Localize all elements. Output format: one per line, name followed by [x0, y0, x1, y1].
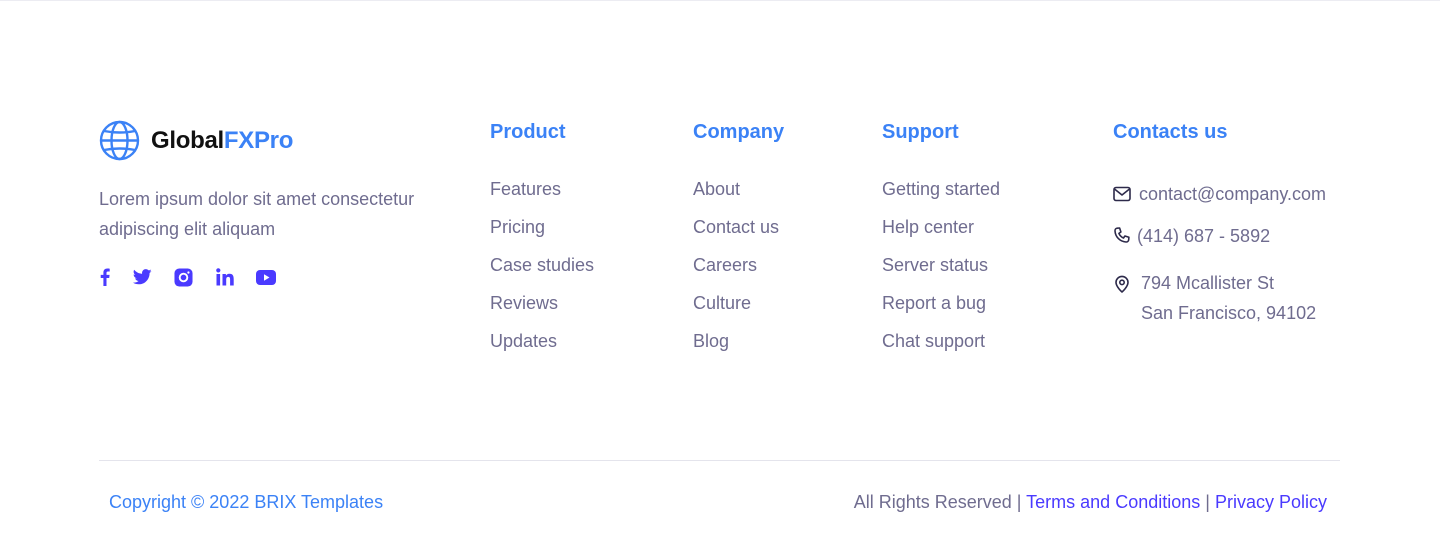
- footer-divider: [99, 460, 1340, 461]
- linkedin-icon[interactable]: [215, 266, 234, 288]
- contact-phone-text: (414) 687 - 5892: [1137, 226, 1271, 246]
- link-pricing[interactable]: Pricing: [490, 216, 594, 254]
- link-blog[interactable]: Blog: [693, 330, 784, 368]
- company-links: About Contact us Careers Culture Blog: [693, 178, 784, 368]
- contact-address: 794 Mcallister St San Francisco, 94102: [1113, 268, 1316, 328]
- brand-name: GlobalFXPro: [151, 127, 293, 155]
- link-updates[interactable]: Updates: [490, 330, 594, 368]
- link-server-status[interactable]: Server status: [882, 254, 1000, 292]
- link-report-a-bug[interactable]: Report a bug: [882, 292, 1000, 330]
- link-help-center[interactable]: Help center: [882, 216, 1000, 254]
- support-links: Getting started Help center Server statu…: [882, 178, 1000, 368]
- link-contact-us[interactable]: Contact us: [693, 216, 784, 254]
- column-title-support: Support: [882, 121, 959, 143]
- facebook-icon[interactable]: [99, 266, 111, 288]
- brand-logo[interactable]: GlobalFXPro: [99, 120, 293, 161]
- footer-column-product: Product Features Pricing Case studies Re…: [490, 118, 594, 368]
- brand-name-primary: Global: [151, 126, 224, 154]
- contact-email[interactable]: contact@company.com: [1113, 179, 1326, 209]
- footer-column-contact: Contacts us contact@company.com (414) 68…: [1113, 118, 1326, 323]
- footer-column-company: Company About Contact us Careers Culture…: [693, 118, 784, 368]
- link-getting-started[interactable]: Getting started: [882, 178, 1000, 216]
- copyright-text: Copyright © 2022 BRIX Templates: [109, 492, 384, 512]
- globe-icon: [99, 120, 140, 161]
- contact-address-line1: 794 Mcallister St: [1141, 273, 1275, 293]
- top-divider: [0, 0, 1440, 1]
- rights-text: All Rights Reserved |: [853, 492, 1022, 512]
- youtube-icon[interactable]: [256, 266, 276, 288]
- column-title-product: Product: [490, 121, 566, 143]
- legal-links: All Rights Reserved | Terms and Conditio…: [854, 490, 1327, 514]
- phone-icon: [1113, 227, 1131, 245]
- instagram-icon[interactable]: [174, 266, 193, 288]
- link-careers[interactable]: Careers: [693, 254, 784, 292]
- link-features[interactable]: Features: [490, 178, 594, 216]
- privacy-link[interactable]: Privacy Policy: [1215, 492, 1327, 512]
- column-title-contact: Contacts us: [1113, 121, 1228, 143]
- link-culture[interactable]: Culture: [693, 292, 784, 330]
- brand-name-accent: FXPro: [223, 126, 294, 154]
- mail-icon: [1113, 186, 1131, 202]
- legal-separator: |: [1205, 492, 1210, 512]
- social-links: [99, 266, 276, 288]
- contact-email-text: contact@company.com: [1139, 184, 1327, 204]
- brand-tagline: Lorem ipsum dolor sit amet consectetur a…: [99, 189, 415, 239]
- column-title-company: Company: [693, 121, 785, 143]
- link-chat-support[interactable]: Chat support: [882, 330, 1000, 368]
- footer-column-support: Support Getting started Help center Serv…: [882, 118, 1000, 368]
- location-pin-icon: [1113, 275, 1131, 293]
- link-reviews[interactable]: Reviews: [490, 292, 594, 330]
- link-case-studies[interactable]: Case studies: [490, 254, 594, 292]
- twitter-icon[interactable]: [133, 266, 152, 288]
- link-about[interactable]: About: [693, 178, 784, 216]
- terms-link[interactable]: Terms and Conditions: [1026, 492, 1200, 512]
- contact-phone[interactable]: (414) 687 - 5892: [1113, 221, 1270, 251]
- contact-address-line2: San Francisco, 94102: [1141, 303, 1317, 323]
- product-links: Features Pricing Case studies Reviews Up…: [490, 178, 594, 368]
